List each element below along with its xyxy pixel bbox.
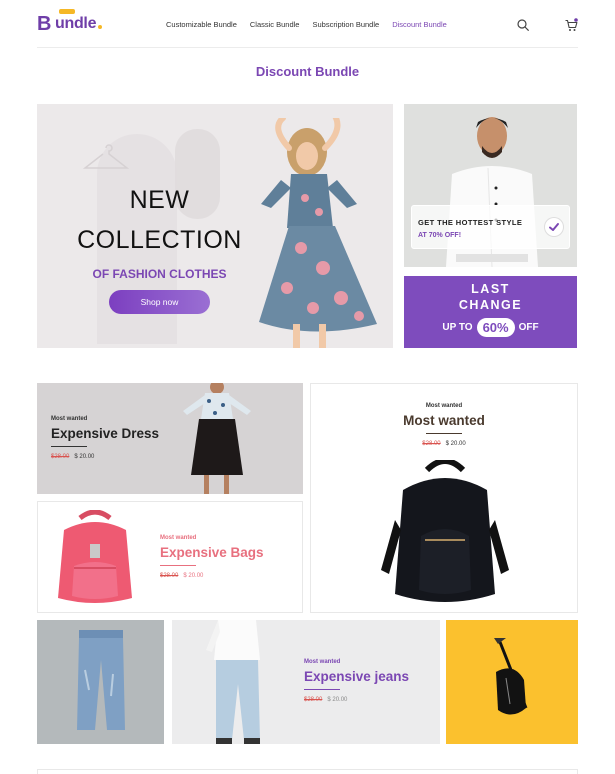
promo-last-change[interactable]: LAST CHANGE UP TO 60% OFF	[404, 276, 577, 348]
nav-item-discount-bundle[interactable]: Discount Bundle	[392, 20, 447, 29]
search-icon[interactable]	[517, 19, 529, 31]
product-new-price: $ 20.00	[327, 697, 348, 703]
product-price: $28.00 $ 20.00	[311, 441, 577, 447]
brand-logo[interactable]: B undle	[37, 9, 107, 39]
logo-wordmark: undle	[55, 15, 97, 32]
product-old-price: $28.00	[304, 697, 323, 703]
next-section-edge	[37, 769, 578, 774]
site-header: B undle Customizable Bundle Classic Bund…	[37, 0, 578, 48]
promo-card-title: GET THE HOTTEST STYLE	[418, 218, 523, 227]
discount-bundle-page: B undle Customizable Bundle Classic Bund…	[0, 0, 615, 774]
nav-item-subscription-bundle[interactable]: Subscription Bundle	[312, 20, 379, 29]
hanger-icon	[83, 144, 129, 169]
dress-model-image	[183, 383, 251, 494]
product-price: $28.00 $ 20.00	[304, 697, 347, 703]
nav-item-customizable-bundle[interactable]: Customizable Bundle	[166, 20, 237, 29]
product-card-bags[interactable]: Most wanted Expensive Bags $28.00 $ 20.0…	[37, 501, 303, 613]
product-kicker: Most wanted	[425, 403, 463, 409]
product-old-price: $28.00	[422, 441, 441, 447]
backpack-image	[381, 460, 509, 602]
logo-tag-mark	[59, 9, 75, 14]
logo-initial: B	[37, 13, 52, 35]
nav-item-classic-bundle[interactable]: Classic Bundle	[250, 20, 300, 29]
product-title: Expensive jeans	[304, 669, 410, 684]
product-kicker: Most wanted	[51, 416, 88, 422]
hero-banner[interactable]: NEW COLLECTION OF FASHION CLOTHES Shop n…	[37, 104, 393, 348]
product-price: $28.00 $ 20.00	[51, 454, 94, 460]
product-card-jeans[interactable]: Most wanted Expensive jeans $28.00 $ 20.…	[172, 620, 440, 744]
promo-hot-style[interactable]: GET THE HOTTEST STYLE AT 70% OFF!	[404, 104, 577, 267]
product-kicker: Most wanted	[304, 659, 341, 665]
promo-banner-line1: LAST	[471, 282, 510, 296]
check-icon	[545, 218, 563, 236]
cart-icon[interactable]	[565, 18, 578, 32]
product-old-price: $28.00	[160, 573, 179, 579]
sling-bag-image	[494, 638, 528, 715]
shop-now-button[interactable]: Shop now	[109, 290, 210, 314]
divider	[304, 689, 340, 690]
product-new-price: $ 20.00	[183, 573, 204, 579]
product-card-jeans-image[interactable]	[37, 620, 164, 744]
page-title: Discount Bundle	[255, 64, 360, 79]
promo-banner-line2: CHANGE	[458, 298, 523, 312]
pink-backpack-image	[58, 510, 132, 603]
product-new-price: $ 20.00	[445, 441, 466, 447]
product-card-sling-bag[interactable]	[446, 620, 578, 744]
promo-offer-percent: 60%	[476, 318, 515, 337]
product-kicker: Most wanted	[160, 535, 197, 541]
jeans-model-image	[206, 620, 260, 744]
product-old-price: $28.00	[51, 454, 70, 460]
divider	[51, 446, 87, 447]
promo-card: GET THE HOTTEST STYLE AT 70% OFF!	[411, 205, 570, 249]
product-title: Expensive Dress	[51, 426, 160, 441]
product-card-backpack[interactable]: Most wanted Most wanted $28.00 $ 20.00	[310, 383, 578, 613]
product-price: $28.00 $ 20.00	[160, 573, 203, 579]
logo-dot	[98, 25, 102, 29]
divider	[426, 433, 462, 434]
product-title: Expensive Bags	[160, 545, 264, 560]
promo-card-subtitle: AT 70% OFF!	[418, 232, 462, 239]
product-new-price: $ 20.00	[74, 454, 95, 460]
promo-offer-prefix: UP TO	[442, 322, 473, 333]
divider	[160, 565, 196, 566]
promo-offer-suffix: OFF	[518, 322, 539, 333]
product-title: Most wanted	[403, 413, 485, 428]
jeans-image	[77, 630, 125, 730]
main-nav: Customizable Bundle Classic Bundle Subsc…	[166, 20, 447, 29]
product-card-dress[interactable]: Most wanted Expensive Dress $28.00 $ 20.…	[37, 383, 303, 494]
hero-model-image	[259, 118, 377, 348]
promo-banner-offer: UP TO 60% OFF	[404, 318, 577, 337]
